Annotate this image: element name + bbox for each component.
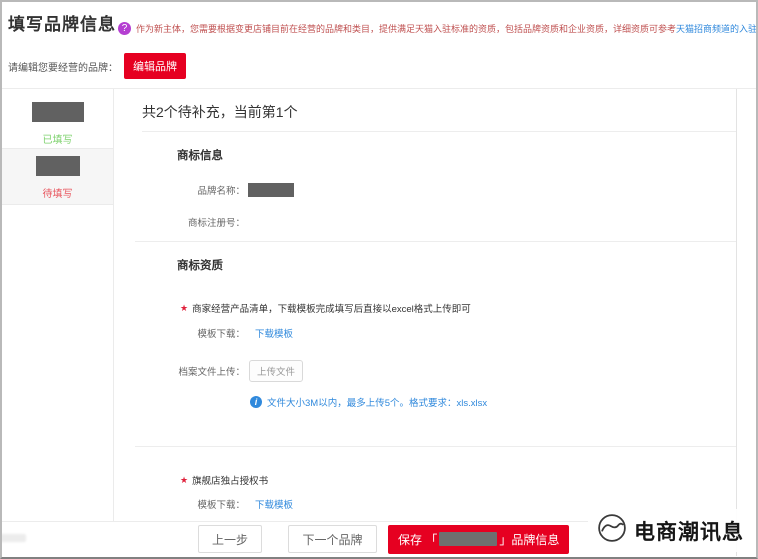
reg-number-label: 商标注册号： bbox=[187, 218, 245, 229]
notice-prefix: 作为新主体，您需要根据变更店铺目前在经营的品牌和类目，提供满足天猫入驻标准的资质… bbox=[136, 24, 677, 34]
brand-form-main: 共2个待补充，当前第1个 商标信息 品牌名称： 商标注册号： 商标资质 ★ 商家… bbox=[114, 89, 736, 521]
trademark-qualification-title: 商标资质 bbox=[177, 260, 223, 272]
body-wrap: 已填写 待填写 共2个待补充，当前第1个 商标信息 品牌名称： 商标注册号： 商… bbox=[2, 89, 737, 556]
next-brand-button[interactable]: 下一个品牌 bbox=[288, 525, 377, 553]
authorization-title-row: ★ 旗舰店独占授权书 bbox=[180, 473, 736, 488]
authorization-template-link[interactable]: 下载模板 bbox=[255, 497, 293, 511]
save-label-suffix: 」品牌信息 bbox=[499, 532, 560, 547]
upload-hint-text: 文件大小3M以内，最多上传5个。格式要求：xls.xlsx bbox=[267, 398, 488, 409]
sidebar-brand-item-pending[interactable]: 待填写 bbox=[2, 149, 113, 205]
template-download-label: 模板下载： bbox=[197, 329, 245, 340]
save-brand-info-button[interactable]: 保存 「 」品牌信息 bbox=[388, 524, 570, 554]
brand-status-filled: 已填写 bbox=[42, 135, 73, 146]
title-row: 填写品牌信息 ? 作为新主体，您需要根据变更店铺目前在经营的品牌和类目，提供满足… bbox=[8, 10, 756, 35]
wave-logo-icon bbox=[596, 512, 628, 549]
template-download-row: 模板下载： 下载模板 bbox=[142, 326, 736, 340]
section-divider bbox=[135, 446, 736, 447]
required-star-icon: ★ bbox=[180, 474, 189, 485]
content-row: 已填写 待填写 共2个待补充，当前第1个 商标信息 品牌名称： 商标注册号： 商… bbox=[2, 89, 736, 521]
previous-step-button[interactable]: 上一步 bbox=[198, 525, 262, 553]
trademark-info-title: 商标信息 bbox=[177, 150, 223, 162]
brand-name-label: 品牌名称： bbox=[197, 186, 245, 197]
page-title: 填写品牌信息 bbox=[8, 15, 116, 34]
redacted-brand-name-value bbox=[248, 183, 294, 197]
brand-name-row: 品牌名称： bbox=[142, 183, 736, 197]
sidebar-brand-item-filled[interactable]: 已填写 bbox=[2, 89, 113, 149]
template-download-link[interactable]: 下载模板 bbox=[255, 326, 293, 340]
required-star-icon: ★ bbox=[180, 302, 189, 313]
faded-watermark-artifact bbox=[2, 534, 26, 542]
brand-info-page: 填写品牌信息 ? 作为新主体，您需要根据变更店铺目前在经营的品牌和类目，提供满足… bbox=[0, 0, 758, 559]
pending-counter: 共2个待补充，当前第1个 bbox=[142, 89, 736, 132]
product-list-text: 商家经营产品清单，下载模板完成填写后直接以excel格式上传即可 bbox=[192, 304, 471, 315]
reg-number-row: 商标注册号： bbox=[142, 215, 736, 229]
upload-file-button[interactable]: 上传文件 bbox=[249, 360, 303, 382]
page-header: 填写品牌信息 ? 作为新主体，您需要根据变更店铺目前在经营的品牌和类目，提供满足… bbox=[2, 2, 756, 89]
brand-status-pending: 待填写 bbox=[42, 189, 73, 200]
help-icon[interactable]: ? bbox=[118, 22, 131, 35]
edit-brand-label: 请编辑您要经营的品牌： bbox=[8, 62, 118, 74]
file-upload-row: 档案文件上传： 上传文件 bbox=[142, 360, 736, 382]
redacted-brand-name bbox=[35, 156, 80, 176]
file-upload-label: 档案文件上传： bbox=[178, 367, 245, 378]
edit-brand-button[interactable]: 编辑品牌 bbox=[124, 53, 186, 79]
edit-brand-row: 请编辑您要经营的品牌： 编辑品牌 bbox=[8, 53, 756, 79]
watermark-text: 电商潮讯息 bbox=[634, 520, 744, 544]
section-divider bbox=[135, 241, 736, 242]
site-watermark: 电商潮讯息 bbox=[588, 509, 752, 552]
notice-requirements-link[interactable]: 天猫招商频道的入驻要求 bbox=[676, 24, 756, 34]
authorization-title: 旗舰店独占授权书 bbox=[192, 476, 269, 487]
info-icon: i bbox=[250, 396, 262, 408]
brand-sidebar: 已填写 待填写 bbox=[2, 89, 114, 521]
product-list-requirement-row: ★ 商家经营产品清单，下载模板完成填写后直接以excel格式上传即可 bbox=[180, 301, 736, 316]
save-label-prefix: 保存 「 bbox=[398, 532, 438, 547]
notice-text: 作为新主体，您需要根据变更店铺目前在经营的品牌和类目，提供满足天猫入驻标准的资质… bbox=[136, 22, 756, 35]
redacted-brand-name-in-save bbox=[439, 532, 498, 546]
redacted-brand-name bbox=[31, 102, 84, 122]
template-download-label: 模板下载： bbox=[197, 500, 245, 511]
upload-hint-row: i 文件大小3M以内，最多上传5个。格式要求：xls.xlsx bbox=[250, 395, 736, 409]
